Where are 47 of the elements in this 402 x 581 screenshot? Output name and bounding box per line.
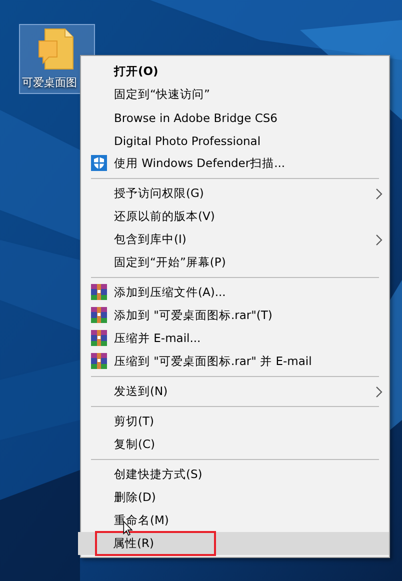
menu-item-label: 重命名(M) [114, 513, 169, 528]
chevron-icon [375, 188, 383, 200]
menu-item[interactable]: 压缩并 E-mail... [81, 327, 389, 350]
archive-icon [91, 307, 107, 323]
menu-item-label: 授予访问权限(G) [114, 186, 204, 201]
archive-icon [91, 284, 107, 300]
menu-item[interactable]: 发送到(N) [81, 380, 389, 403]
menu-item[interactable]: 添加到压缩文件(A)... [81, 281, 389, 304]
menu-item-label: Browse in Adobe Bridge CS6 [114, 110, 278, 124]
menu-item[interactable]: 压缩到 "可爱桌面图标.rar" 并 E-mail [81, 350, 389, 373]
menu-item-label: 发送到(N) [114, 384, 168, 399]
shield-icon [91, 155, 107, 171]
chevron-icon [375, 386, 383, 398]
icon-label: 可爱桌面图 [22, 75, 77, 90]
menu-item-label: 压缩到 "可爱桌面图标.rar" 并 E-mail [114, 354, 312, 369]
menu-item-label: 固定到“快速访问” [114, 87, 210, 102]
menu-item[interactable]: 删除(D) [81, 486, 389, 509]
menu-item[interactable]: 包含到库中(I) [81, 228, 389, 251]
menu-item[interactable]: Browse in Adobe Bridge CS6 [81, 106, 389, 129]
archive-icon [91, 330, 107, 346]
chevron-icon [375, 234, 383, 246]
menu-item[interactable]: 重命名(M) [81, 509, 389, 532]
menu-item-label: Digital Photo Professional [114, 134, 261, 148]
menu-item-label: 打开(O) [114, 64, 158, 79]
menu-item[interactable]: 创建快捷方式(S) [81, 463, 389, 486]
menu-item[interactable]: 固定到“开始”屏幕(P) [81, 251, 389, 274]
menu-item-label: 固定到“开始”屏幕(P) [114, 255, 226, 270]
menu-item[interactable]: 剪切(T) [81, 410, 389, 433]
menu-item-label: 包含到库中(I) [114, 232, 186, 247]
menu-item[interactable]: 授予访问权限(G) [81, 182, 389, 205]
menu-item-label: 复制(C) [114, 437, 156, 452]
menu-item[interactable]: 使用 Windows Defender扫描... [81, 152, 389, 175]
menu-item-label: 压缩并 E-mail... [114, 331, 201, 346]
menu-item[interactable]: 还原以前的版本(V) [81, 205, 389, 228]
menu-item[interactable]: 属性(R) [78, 532, 389, 555]
menu-item-label: 还原以前的版本(V) [114, 209, 215, 224]
menu-item-label: 添加到压缩文件(A)... [114, 285, 226, 300]
menu-item[interactable]: 添加到 "可爱桌面图标.rar"(T) [81, 304, 389, 327]
menu-item[interactable]: 复制(C) [81, 433, 389, 456]
menu-item[interactable]: Digital Photo Professional [81, 129, 389, 152]
menu-item-label: 添加到 "可爱桌面图标.rar"(T) [114, 308, 272, 323]
highlight-frame: 属性(R) [97, 533, 214, 554]
menu-item-label: 删除(D) [114, 490, 156, 505]
archive-icon [91, 353, 107, 369]
menu-item-label: 剪切(T) [114, 414, 154, 429]
menu-item-label: 使用 Windows Defender扫描... [114, 156, 286, 171]
menu-item-label: 创建快捷方式(S) [114, 467, 202, 482]
